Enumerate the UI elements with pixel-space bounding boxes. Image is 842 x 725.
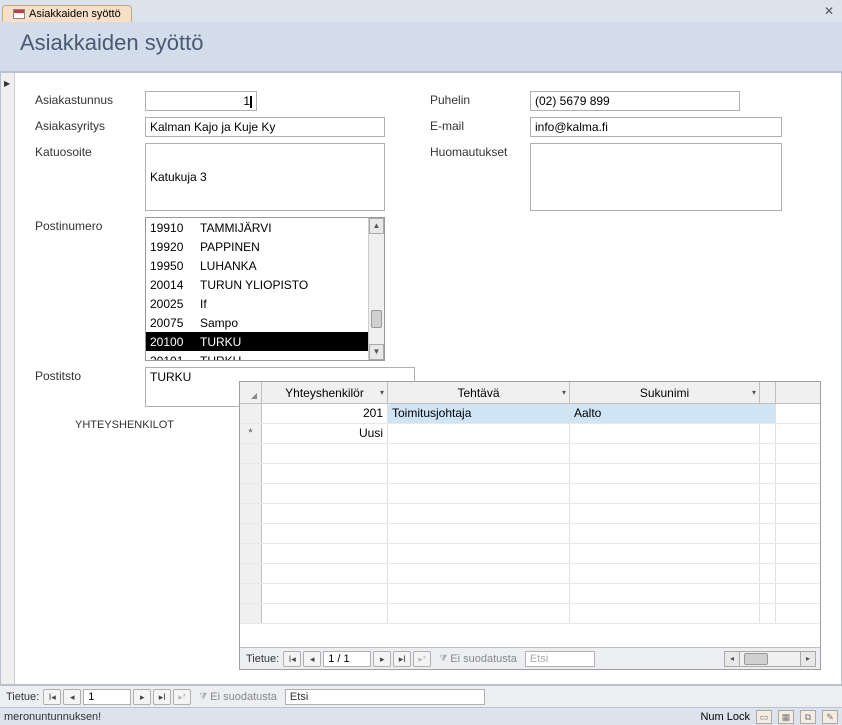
- cell-tehtava[interactable]: Toimitusjohtaja: [388, 404, 570, 423]
- view-layout-icon[interactable]: ⧉: [800, 710, 816, 724]
- hscroll-right-icon[interactable]: ▸: [800, 651, 816, 667]
- form-icon: [13, 9, 25, 19]
- status-message: meronuntunnuksen!: [4, 711, 700, 723]
- tab-title: Asiakkaiden syöttö: [29, 8, 121, 20]
- new-row-icon[interactable]: *: [240, 424, 262, 443]
- main-nav-first-button[interactable]: I◂: [43, 689, 61, 705]
- main-nav-filter[interactable]: ⧩Ei suodatusta: [193, 691, 283, 703]
- cell-id[interactable]: 201: [262, 404, 388, 423]
- field-asiakastunnus[interactable]: 1: [145, 91, 257, 111]
- listbox-row[interactable]: 19950LUHANKA: [146, 256, 368, 275]
- label-asiakastunnus: Asiakastunnus: [35, 91, 145, 111]
- scroll-up-icon[interactable]: ▲: [369, 218, 384, 234]
- label-email: E-mail: [430, 117, 530, 137]
- view-datasheet-icon[interactable]: ▦: [778, 710, 794, 724]
- subform-hscroll[interactable]: ◂ ▸: [597, 651, 816, 667]
- nav-first-button[interactable]: I◂: [283, 651, 301, 667]
- field-puhelin[interactable]: [530, 91, 740, 111]
- listbox-row[interactable]: 19920PAPPINEN: [146, 237, 368, 256]
- main-nav: Tietue: I◂ ◂ 1 ▸ ▸I ▸* ⧩Ei suodatusta: [0, 685, 842, 707]
- form-header: Asiakkaiden syöttö: [0, 22, 842, 72]
- chevron-down-icon[interactable]: ▾: [562, 388, 566, 397]
- col-tehtava[interactable]: Tehtävä▾: [388, 382, 570, 403]
- hscroll-left-icon[interactable]: ◂: [724, 651, 740, 667]
- col-yhteyshenkilor[interactable]: Yhteyshenkilör▾: [262, 382, 388, 403]
- main-nav-prev-button[interactable]: ◂: [63, 689, 81, 705]
- subform-select-all[interactable]: [240, 382, 262, 403]
- listbox-row[interactable]: 19910TAMMIJÄRVI: [146, 218, 368, 237]
- field-asiakasyritys[interactable]: [145, 117, 385, 137]
- listbox-scrollbar[interactable]: ▲ ▼: [368, 218, 384, 360]
- hscroll-track[interactable]: [740, 651, 800, 667]
- cell-new-label[interactable]: Uusi: [262, 424, 388, 443]
- field-katuosoite[interactable]: [145, 143, 385, 211]
- filter-icon: ⧩: [199, 691, 207, 702]
- tab-asiakkaiden[interactable]: Asiakkaiden syöttö: [2, 5, 132, 22]
- label-postinumero: Postinumero: [35, 217, 145, 361]
- col-spacer: [760, 382, 776, 403]
- label-puhelin: Puhelin: [430, 91, 530, 111]
- subform-yhteyshenkilot: Yhteyshenkilör▾ Tehtävä▾ Sukunimi▾ 201To…: [239, 381, 821, 670]
- label-postitsto: Postitsto: [35, 367, 145, 407]
- main-nav-search[interactable]: [285, 689, 485, 705]
- scroll-thumb[interactable]: [371, 310, 382, 328]
- table-row[interactable]: 201ToimitusjohtajaAalto: [240, 404, 820, 424]
- listbox-row[interactable]: 20100TURKU: [146, 332, 368, 351]
- listbox-row[interactable]: 20014TURUN YLIOPISTO: [146, 275, 368, 294]
- listbox-row[interactable]: 20101TURKU: [146, 351, 368, 361]
- main-nav-label: Tietue:: [4, 691, 41, 703]
- nav-new-button[interactable]: ▸*: [413, 651, 431, 667]
- listbox-row[interactable]: 20025If: [146, 294, 368, 313]
- nav-label: Tietue:: [244, 653, 281, 665]
- field-huomautukset[interactable]: [530, 143, 782, 211]
- nav-filter[interactable]: ⧩Ei suodatusta: [433, 653, 523, 665]
- nav-last-button[interactable]: ▸I: [393, 651, 411, 667]
- close-icon[interactable]: ✕: [822, 4, 836, 18]
- scroll-down-icon[interactable]: ▼: [369, 344, 384, 360]
- label-asiakasyritys: Asiakasyritys: [35, 117, 145, 137]
- label-katuosoite: Katuosoite: [35, 143, 145, 211]
- view-form-icon[interactable]: ▭: [756, 710, 772, 724]
- main-nav-next-button[interactable]: ▸: [133, 689, 151, 705]
- chevron-down-icon[interactable]: ▾: [752, 388, 756, 397]
- page-title: Asiakkaiden syöttö: [20, 30, 822, 56]
- status-bar: meronuntunnuksen! Num Lock ▭ ▦ ⧉ ✎: [0, 707, 842, 725]
- nav-next-button[interactable]: ▸: [373, 651, 391, 667]
- subform-nav: Tietue: I◂ ◂ 1 / 1 ▸ ▸I ▸* ⧩Ei suodatust…: [240, 647, 820, 669]
- nav-search[interactable]: Etsi: [525, 651, 595, 667]
- label-huomautukset: Huomautukset: [430, 143, 530, 211]
- main-nav-new-button[interactable]: ▸*: [173, 689, 191, 705]
- tab-bar: Asiakkaiden syöttö ✕: [0, 0, 842, 22]
- main-nav-counter[interactable]: 1: [83, 689, 131, 705]
- listbox-postinumero[interactable]: 19910TAMMIJÄRVI19920PAPPINEN19950LUHANKA…: [145, 217, 385, 361]
- subform-header: Yhteyshenkilör▾ Tehtävä▾ Sukunimi▾: [240, 382, 820, 404]
- hscroll-thumb[interactable]: [744, 653, 768, 665]
- field-email[interactable]: [530, 117, 782, 137]
- table-row-new[interactable]: *Uusi: [240, 424, 820, 444]
- chevron-down-icon[interactable]: ▾: [380, 388, 384, 397]
- numlock-indicator: Num Lock: [700, 711, 750, 723]
- record-selector[interactable]: [1, 73, 15, 684]
- nav-counter[interactable]: 1 / 1: [323, 651, 371, 667]
- row-selector[interactable]: [240, 404, 262, 423]
- view-design-icon[interactable]: ✎: [822, 710, 838, 724]
- nav-prev-button[interactable]: ◂: [303, 651, 321, 667]
- main-nav-last-button[interactable]: ▸I: [153, 689, 171, 705]
- listbox-row[interactable]: 20075Sampo: [146, 313, 368, 332]
- filter-icon: ⧩: [439, 653, 447, 664]
- cell-sukunimi[interactable]: Aalto: [570, 404, 760, 423]
- form-content: Asiakastunnus 1 Puhelin Asiakasyritys E-…: [0, 72, 842, 685]
- col-sukunimi[interactable]: Sukunimi▾: [570, 382, 760, 403]
